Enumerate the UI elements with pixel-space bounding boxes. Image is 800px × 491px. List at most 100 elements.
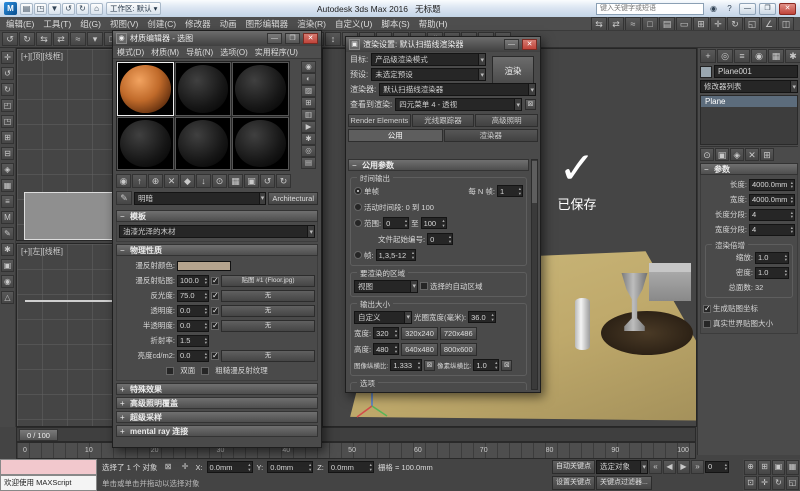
template-dropdown[interactable]: 油漆光泽的木材 (119, 225, 315, 238)
collapsed-rollout-header[interactable]: +超级采样 (116, 411, 318, 423)
go-to-start-icon[interactable]: « (649, 460, 662, 474)
diffuse-map-amount-spinner[interactable]: 100.0 (177, 275, 209, 287)
left-toolbar-icon[interactable]: ↻ (1, 83, 14, 96)
help-icon[interactable]: ? (723, 3, 736, 15)
close-button[interactable]: ✕ (303, 33, 318, 44)
left-toolbar-icon[interactable]: ≡ (1, 195, 14, 208)
res-720x486-button[interactable]: 720x486 (440, 327, 477, 340)
sample-type-icon[interactable]: ◉ (301, 61, 316, 73)
image-aspect-spinner[interactable]: 1.333 (390, 359, 422, 371)
scrollbar-thumb[interactable] (532, 161, 537, 203)
collapsed-rollout-header[interactable]: +高级照明覆盖 (116, 397, 318, 409)
redo-icon[interactable]: ↻ (19, 32, 35, 46)
close-button[interactable]: ✕ (779, 3, 796, 15)
menu-item[interactable]: 工具(T) (43, 18, 71, 30)
ior-spinner[interactable]: 1.5 (177, 335, 209, 347)
transparency-map-button[interactable]: 无 (221, 305, 315, 317)
zoom-region-icon[interactable]: ⊡ (744, 476, 757, 491)
left-toolbar-icon[interactable]: ✎ (1, 227, 14, 240)
time-slider-handle[interactable]: 0 / 100 (19, 429, 58, 441)
width-segs-spinner[interactable]: 4 (749, 224, 795, 236)
diffuse-map-checkbox[interactable] (211, 277, 219, 285)
remove-modifier-icon[interactable]: ✕ (745, 148, 759, 161)
left-toolbar-icon[interactable]: ◰ (1, 99, 14, 112)
material-sample-slot[interactable] (175, 62, 232, 116)
motion-tab-icon[interactable]: ◉ (751, 49, 767, 63)
undo-icon[interactable]: ↺ (2, 32, 18, 46)
minimize-button[interactable]: — (504, 39, 519, 50)
create-tab-icon[interactable]: + (700, 49, 716, 63)
auto-region-checkbox[interactable] (420, 282, 428, 290)
hierarchy-tab-icon[interactable]: ≡ (734, 49, 750, 63)
select-and-link-icon[interactable]: ⇆ (591, 17, 607, 31)
material-sample-slot[interactable] (232, 117, 289, 171)
zoom-extents-all-icon[interactable]: ▦ (786, 460, 799, 475)
search-input[interactable] (596, 3, 704, 15)
previous-frame-icon[interactable]: ◀ (663, 460, 676, 474)
generate-mapping-coords-checkbox[interactable] (703, 305, 711, 313)
key-filters-button[interactable]: 关键点过滤器... (596, 476, 652, 490)
transparency-spinner[interactable]: 0.0 (177, 305, 209, 317)
spinner-snap-icon[interactable]: ↕ (325, 32, 341, 46)
select-and-rotate-icon[interactable]: ↻ (727, 17, 743, 31)
put-to-library-icon[interactable]: ↓ (196, 174, 211, 188)
show-map-in-viewport-icon[interactable]: ▦ (228, 174, 243, 188)
real-world-map-size-checkbox[interactable] (703, 320, 711, 328)
aperture-spinner[interactable]: 36.0 (468, 311, 496, 323)
box-object[interactable] (649, 263, 691, 301)
make-copy-icon[interactable]: ◆ (180, 174, 195, 188)
area-dropdown[interactable]: 视图 (354, 280, 418, 293)
coordinate-x-field[interactable]: 0.0mm (207, 461, 253, 473)
every-n-spinner[interactable]: 1 (497, 185, 523, 197)
render-setup-tab[interactable]: Render Elements (348, 114, 411, 127)
redo-icon[interactable]: ↻ (76, 3, 89, 15)
sample-tiling-icon[interactable]: ⊞ (301, 97, 316, 109)
translucency-map-button[interactable]: 无 (221, 320, 315, 332)
set-key-button[interactable]: 设置关键点 (552, 476, 595, 490)
viewport-left-label[interactable]: [+][左][线框] (21, 246, 63, 257)
select-by-material-icon[interactable]: ◎ (301, 145, 316, 157)
maximize-button[interactable]: ❐ (759, 3, 776, 15)
left-toolbar-icon[interactable]: ✛ (1, 51, 14, 64)
zoom-all-icon[interactable]: ⊞ (758, 460, 771, 475)
translucency-spinner[interactable]: 0.0 (177, 320, 209, 332)
plane-object-left-view[interactable] (25, 300, 121, 302)
shininess-spinner[interactable]: 75.0 (177, 290, 209, 302)
range-to-spinner[interactable]: 100 (421, 217, 447, 229)
menu-item[interactable]: 组(G) (80, 18, 101, 30)
video-color-check-icon[interactable]: ▥ (301, 109, 316, 121)
left-toolbar-icon[interactable]: ✱ (1, 243, 14, 256)
plane-object-top-view[interactable] (25, 193, 117, 239)
menu-item[interactable]: 渲染(R) (297, 18, 326, 30)
diffuse-color-swatch[interactable] (177, 261, 231, 271)
parameters-rollout-header[interactable]: −参数 (700, 163, 798, 175)
menu-item[interactable]: 导航(N) (186, 47, 213, 58)
menu-item[interactable]: 自定义(U) (335, 18, 372, 30)
key-mode-dropdown[interactable]: 选定对象 (596, 460, 648, 474)
height-spinner[interactable]: 480 (373, 343, 399, 355)
view-to-render-dropdown[interactable]: 四元菜单 4 - 透视 (395, 98, 522, 111)
frames-radio[interactable] (354, 251, 362, 259)
bind-to-space-warp-icon[interactable]: ≈ (70, 32, 86, 46)
options-icon[interactable]: ✱ (301, 133, 316, 145)
res-800x600-button[interactable]: 800x600 (440, 343, 477, 356)
snaps-toggle-icon[interactable]: ∠ (761, 17, 777, 31)
maxscript-macro-recorder[interactable] (0, 459, 97, 475)
material-id-icon[interactable]: ⊙ (212, 174, 227, 188)
configure-modifier-sets-icon[interactable]: ⊞ (760, 148, 774, 161)
left-toolbar-icon[interactable]: ◳ (1, 115, 14, 128)
minimize-button[interactable]: — (267, 33, 282, 44)
current-frame-field[interactable]: 0 (705, 461, 729, 473)
pick-material-icon[interactable]: ✎ (116, 191, 132, 205)
luminance-map-checkbox[interactable] (211, 352, 219, 360)
pixel-aspect-spinner[interactable]: 1.0 (473, 359, 499, 371)
display-tab-icon[interactable]: ▦ (768, 49, 784, 63)
menu-item[interactable]: 模式(D) (117, 47, 144, 58)
selection-lock-icon[interactable]: ⊠ (161, 461, 174, 473)
output-size-dropdown[interactable]: 自定义 (354, 311, 412, 324)
left-toolbar-icon[interactable]: ↺ (1, 67, 14, 80)
maximize-button[interactable]: ❐ (285, 33, 300, 44)
bind-to-space-warp-icon[interactable]: ≈ (625, 17, 641, 31)
left-toolbar-icon[interactable]: ▣ (1, 259, 14, 272)
menu-item[interactable]: 修改器 (185, 18, 211, 30)
